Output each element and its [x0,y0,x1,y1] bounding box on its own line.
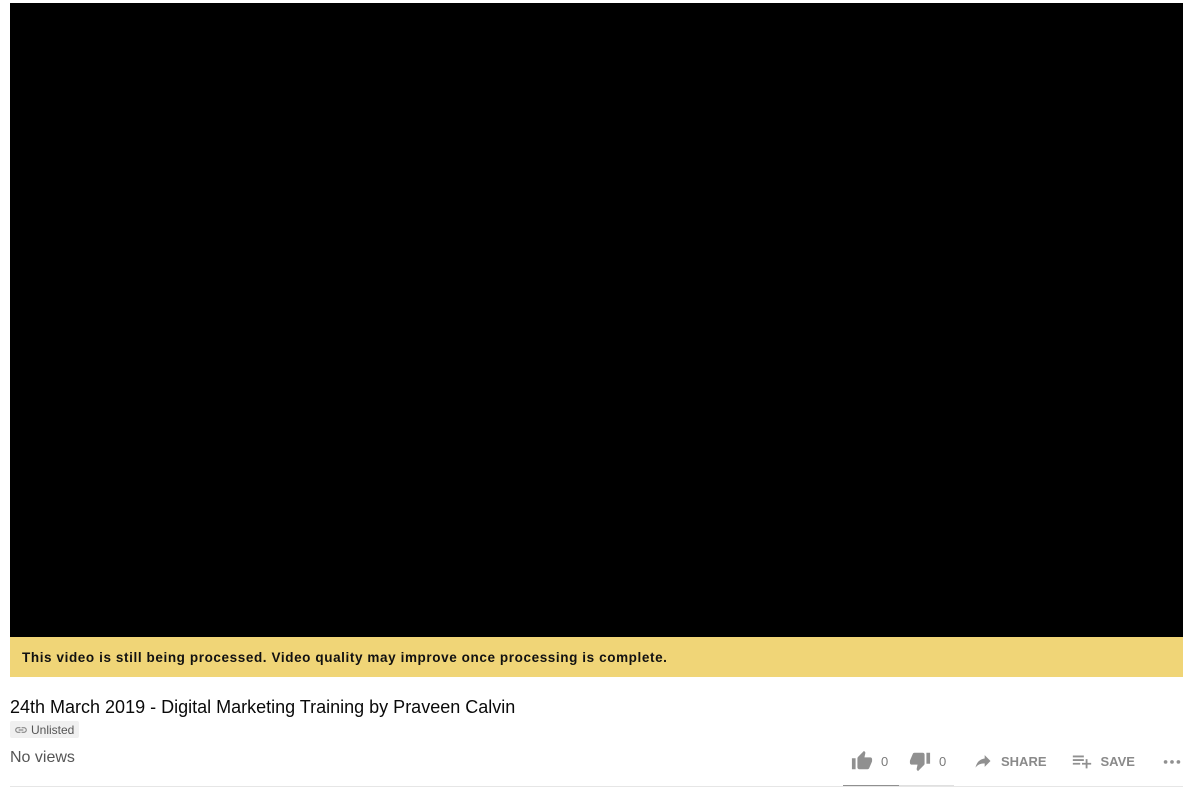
actions-divider [10,786,1183,787]
share-arrow-icon [975,755,991,768]
more-horiz-icon [1163,760,1181,764]
like-count: 0 [881,753,889,769]
privacy-badge-label: Unlisted [31,722,75,737]
save-label: SAVE [1100,753,1135,769]
save-button[interactable]: SAVE [1071,746,1135,776]
link-icon [15,726,27,733]
watch-page: This video is still being processed. Vid… [0,0,1200,794]
share-label: SHARE [1001,753,1047,769]
video-player[interactable] [10,3,1183,637]
like-button[interactable]: 0 [845,746,901,776]
video-title: 24th March 2019 - Digital Marketing Trai… [10,697,516,717]
dislike-count: 0 [939,753,947,769]
video-actions: 0 0 SHARE SAVE [845,746,1183,776]
thumb-up-icon [851,750,873,770]
dislike-button[interactable]: 0 [901,746,961,776]
view-count: No views [10,749,75,766]
more-actions-button[interactable] [1161,746,1183,776]
thumb-down-icon [909,752,931,772]
processing-notice-text: This video is still being processed. Vid… [22,649,668,665]
playlist-add-icon [1072,755,1091,769]
processing-notice: This video is still being processed. Vid… [10,637,1183,677]
privacy-badge: Unlisted [10,721,80,738]
share-button[interactable]: SHARE [973,746,1047,776]
